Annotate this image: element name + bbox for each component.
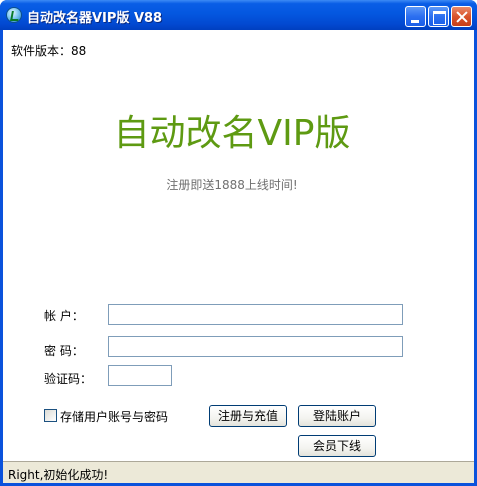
status-bar: Right,初始化成功! bbox=[3, 461, 474, 483]
account-label: 帐 户： bbox=[44, 309, 84, 323]
window-title: 自动改名器VIP版 V88 bbox=[27, 11, 163, 26]
login-button[interactable]: 登陆账户 bbox=[298, 405, 376, 427]
client-area: 软件版本：88 自动改名VIP版 注册即送1888上线时间! 帐 户： 密 码：… bbox=[3, 30, 474, 483]
app-window: 自动改名器VIP版 V88 软件版本：88 自动改名VIP版 注册即送1888上… bbox=[0, 0, 477, 486]
close-button[interactable] bbox=[451, 6, 472, 27]
register-button[interactable]: 注册与充值 bbox=[209, 405, 287, 427]
main-title: 自动改名VIP版 bbox=[113, 113, 351, 154]
account-input[interactable] bbox=[108, 304, 403, 325]
password-label: 密 码： bbox=[44, 344, 84, 358]
minimize-button[interactable] bbox=[405, 6, 426, 27]
logout-button[interactable]: 会员下线 bbox=[298, 435, 376, 457]
status-text: Right,初始化成功! bbox=[8, 468, 109, 482]
promo-text: 注册即送1888上线时间! bbox=[166, 178, 298, 192]
app-icon bbox=[6, 7, 22, 23]
software-version: 软件版本：88 bbox=[11, 44, 87, 58]
password-input[interactable] bbox=[108, 336, 403, 357]
title-bar[interactable]: 自动改名器VIP版 V88 bbox=[0, 0, 477, 30]
remember-checkbox[interactable] bbox=[44, 409, 57, 422]
remember-label[interactable]: 存储用户账号与密码 bbox=[60, 408, 168, 425]
captcha-input[interactable] bbox=[108, 365, 172, 386]
maximize-button[interactable] bbox=[428, 6, 449, 27]
captcha-label: 验证码： bbox=[44, 372, 93, 386]
